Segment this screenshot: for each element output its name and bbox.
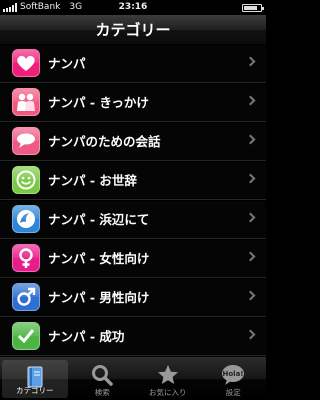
smiley-icon	[12, 166, 40, 194]
chevron-right-icon	[245, 290, 256, 301]
wave-icon	[12, 205, 40, 233]
page-title: カテゴリー	[95, 21, 171, 39]
navigation-bar: カテゴリー	[0, 15, 266, 45]
chevron-right-icon	[245, 134, 256, 145]
list-item-label: ナンパ - 浜辺にて	[48, 212, 150, 227]
category-list: ナンパ ナンパ - きっかけ ナンパのための会話 ナンパ - お世辞 ナンパ -…	[0, 45, 266, 357]
battery-icon	[242, 4, 264, 12]
chevron-right-icon	[245, 95, 256, 106]
tab-categories[interactable]: カテゴリー	[2, 360, 68, 398]
status-time: 23:16	[118, 2, 148, 12]
list-item-josei[interactable]: ナンパ - 女性向け	[0, 240, 266, 278]
list-item-label: ナンパ	[48, 56, 86, 71]
list-item-label: ナンパ - きっかけ	[48, 95, 149, 110]
chevron-right-icon	[245, 329, 256, 340]
list-item-label: ナンパのための会話	[48, 134, 161, 149]
checkmark-icon	[12, 322, 40, 350]
hola-bubble-icon: Hola!	[222, 365, 245, 385]
male-symbol-icon	[12, 283, 40, 311]
tab-label: 検索	[94, 388, 110, 397]
list-item-kikkake[interactable]: ナンパ - きっかけ	[0, 84, 266, 122]
female-symbol-icon	[12, 244, 40, 272]
list-item-hamabe[interactable]: ナンパ - 浜辺にて	[0, 201, 266, 239]
list-item-seikou[interactable]: ナンパ - 成功	[0, 318, 266, 356]
list-item-label: ナンパ - 女性向け	[48, 251, 150, 266]
list-item-label: ナンパ - 男性向け	[48, 290, 150, 305]
hola-text: Hola!	[223, 370, 244, 378]
list-item-kaiwa[interactable]: ナンパのための会話	[0, 123, 266, 161]
couple-icon	[12, 88, 40, 116]
chevron-right-icon	[245, 251, 256, 262]
list-item-label: ナンパ - 成功	[48, 329, 125, 344]
magnifier-icon	[92, 365, 113, 386]
status-bar: SoftBank 3G 23:16	[0, 0, 266, 15]
chevron-right-icon	[245, 212, 256, 223]
heart-icon	[12, 49, 40, 77]
tab-settings[interactable]: Hola! 設定	[201, 358, 267, 400]
list-item-nanpa[interactable]: ナンパ	[0, 45, 266, 83]
list-item-oseji[interactable]: ナンパ - お世辞	[0, 162, 266, 200]
chevron-right-icon	[245, 173, 256, 184]
tab-bar: カテゴリー 検索 お気に入り Hola! 設定	[0, 357, 266, 400]
list-item-label: ナンパ - お世辞	[48, 173, 137, 188]
chevron-right-icon	[245, 56, 256, 67]
tab-favorites[interactable]: お気に入り	[135, 358, 201, 400]
tab-label: 設定	[225, 388, 241, 397]
speech-bubbles-icon	[12, 127, 40, 155]
tab-label: カテゴリー	[16, 386, 54, 395]
star-icon	[157, 365, 178, 384]
tab-search[interactable]: 検索	[70, 358, 136, 400]
list-item-dansei[interactable]: ナンパ - 男性向け	[0, 279, 266, 317]
tab-label: お気に入り	[149, 388, 187, 397]
